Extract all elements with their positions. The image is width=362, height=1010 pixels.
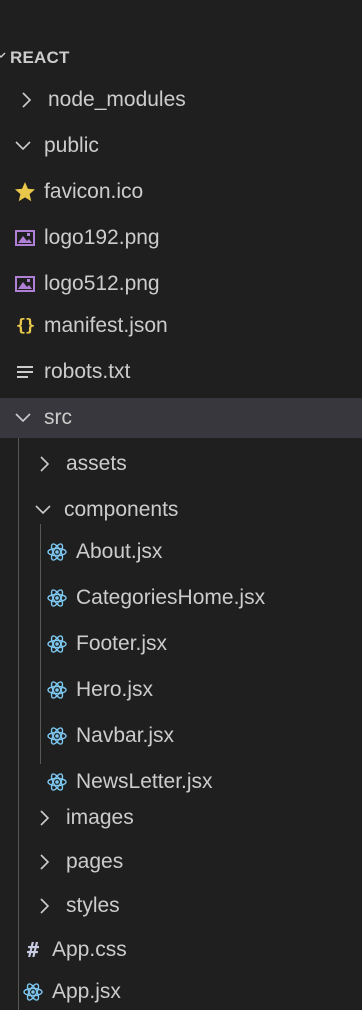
tree-file-footer-jsx[interactable]: Footer.jsx: [0, 624, 362, 664]
tree-file-app-css[interactable]: # App.css: [0, 930, 362, 970]
tree-file-categorieshome-jsx[interactable]: CategoriesHome.jsx: [0, 578, 362, 618]
css-hash-icon: #: [26, 938, 40, 962]
tree-item-label: App.css: [52, 938, 127, 961]
tree-item-label: logo512.png: [44, 272, 160, 295]
chevron-right-icon: [40, 898, 50, 914]
tree-item-label: assets: [66, 452, 127, 475]
tree-item-label: manifest.json: [44, 314, 168, 337]
tree-file-hero-jsx[interactable]: Hero.jsx: [0, 670, 362, 710]
chevron-down-icon: [35, 505, 51, 515]
tree-item-label: NewsLetter.jsx: [76, 770, 213, 793]
chevron-right-icon: [22, 92, 32, 108]
tree-item-label: node_modules: [48, 88, 186, 111]
tree-file-manifest[interactable]: {} manifest.json: [0, 306, 362, 346]
tree-file-logo192[interactable]: logo192.png: [0, 218, 362, 258]
tree-item-label: Footer.jsx: [76, 632, 168, 655]
tree-file-newsletter-jsx[interactable]: NewsLetter.jsx: [0, 762, 362, 802]
tree-item-label: styles: [66, 894, 120, 917]
chevron-down-icon: [15, 141, 31, 151]
react-atom-icon: [46, 633, 68, 655]
tree-file-navbar-jsx[interactable]: Navbar.jsx: [0, 716, 362, 756]
tree-item-label: pages: [66, 850, 124, 873]
react-atom-icon: [46, 587, 68, 609]
tree-item-label: favicon.ico: [44, 180, 144, 203]
tree-folder-node-modules[interactable]: node_modules: [0, 80, 362, 120]
tree-folder-pages[interactable]: pages: [0, 842, 362, 882]
tree-item-label: robots.txt: [44, 360, 131, 383]
chevron-right-icon: [40, 810, 50, 826]
tree-item-label: CategoriesHome.jsx: [76, 586, 266, 609]
tree-folder-assets[interactable]: assets: [0, 444, 362, 484]
chevron-right-icon: [40, 456, 50, 472]
tree-folder-public[interactable]: public: [0, 126, 362, 166]
text-lines-icon: [14, 361, 36, 383]
image-file-icon: [14, 273, 36, 295]
tree-file-about-jsx[interactable]: About.jsx: [0, 532, 362, 572]
tree-item-label: src: [44, 406, 72, 429]
tree-item-label: Navbar.jsx: [76, 724, 175, 747]
react-atom-icon: [46, 771, 68, 793]
star-icon: [14, 181, 36, 203]
explorer-section-title: REACT: [10, 48, 70, 67]
file-explorer: REACT node_modules public favicon.ico lo…: [0, 0, 362, 1010]
react-atom-icon: [22, 981, 44, 1003]
react-atom-icon: [46, 725, 68, 747]
tree-folder-components[interactable]: components: [0, 490, 362, 530]
chevron-right-icon: [40, 854, 50, 870]
tree-file-app-jsx[interactable]: App.jsx: [0, 972, 362, 1010]
chevron-down-icon: [15, 413, 31, 423]
tree-file-favicon[interactable]: favicon.ico: [0, 172, 362, 212]
tree-item-label: images: [66, 806, 134, 829]
tree-file-logo512[interactable]: logo512.png: [0, 264, 362, 304]
tree-item-label: App.jsx: [52, 980, 121, 1003]
json-braces-icon: {}: [15, 316, 36, 336]
tree-file-robots[interactable]: robots.txt: [0, 352, 362, 392]
chevron-down-icon: [0, 52, 6, 59]
tree-item-label: public: [44, 134, 99, 157]
tree-folder-images[interactable]: images: [0, 798, 362, 838]
tree-item-label: components: [64, 498, 179, 521]
tree-folder-src[interactable]: src: [0, 398, 362, 438]
tree-item-label: logo192.png: [44, 226, 160, 249]
react-atom-icon: [46, 679, 68, 701]
image-file-icon: [14, 227, 36, 249]
tree-folder-styles[interactable]: styles: [0, 886, 362, 926]
react-atom-icon: [46, 541, 68, 563]
tree-item-label: Hero.jsx: [76, 678, 154, 701]
tree-item-label: About.jsx: [76, 540, 163, 563]
explorer-section-header[interactable]: REACT: [0, 36, 362, 80]
